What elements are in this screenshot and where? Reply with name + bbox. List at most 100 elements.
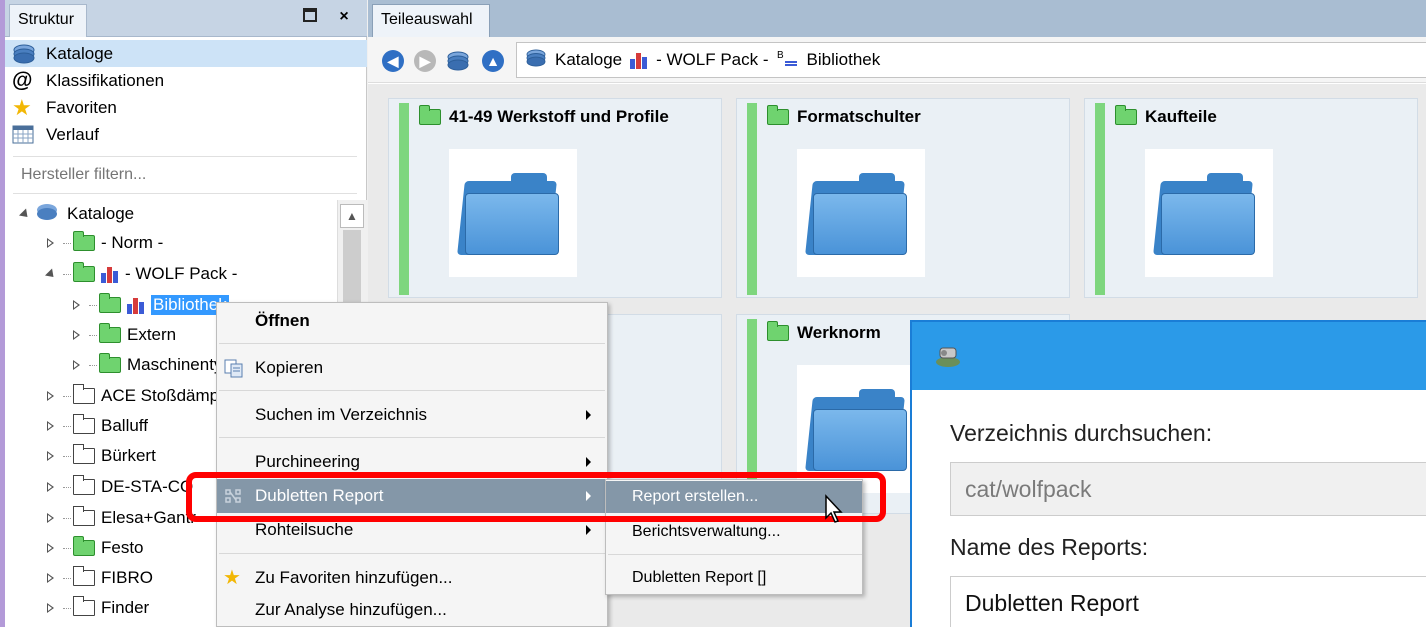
menu-item-zur-analyse[interactable]: Zur Analyse hinzufügen...: [217, 593, 607, 627]
tree-item-festo[interactable]: Festo: [45, 534, 144, 562]
tree-item-buerkert[interactable]: Bürkert: [45, 442, 156, 470]
card-title: Werknorm: [767, 321, 881, 343]
green-folder-icon: [99, 323, 121, 343]
expand-icon[interactable]: [45, 543, 55, 553]
scroll-up-icon[interactable]: ▲: [340, 204, 364, 228]
menu-item-oeffnen[interactable]: Öffnen: [217, 304, 607, 338]
search-directory-label: Verzeichnis durchsuchen:: [950, 420, 1213, 446]
tree-item-label: Extern: [127, 325, 177, 344]
expand-icon[interactable]: [45, 603, 55, 613]
tree-item-bibliothek[interactable]: Bibliothek: [71, 291, 229, 319]
folder-card[interactable]: Kaufteile: [1084, 98, 1418, 298]
submenu-item-dubletten-report[interactable]: Dubletten Report []: [606, 562, 862, 594]
back-icon[interactable]: ◀: [382, 50, 404, 72]
tree-item-label: Balluff: [101, 416, 148, 435]
search-directory-field[interactable]: [950, 462, 1426, 516]
mouse-cursor-icon: [824, 494, 844, 524]
folder-thumbnail: [1145, 149, 1273, 277]
tree-item-label: - Norm -: [101, 233, 164, 252]
white-folder-icon: [73, 506, 95, 526]
folder-card[interactable]: 41-49 Werkstoff und Profile: [388, 98, 722, 298]
submenu-arrow-icon: [586, 525, 591, 535]
white-folder-icon: [73, 475, 95, 495]
menu-item-suchen-im-verzeichnis[interactable]: Suchen im Verzeichnis: [217, 398, 607, 432]
folder-icon: [805, 173, 913, 255]
expand-icon[interactable]: [71, 300, 81, 310]
tree-item-label: Festo: [101, 538, 144, 557]
tab-teileauswahl[interactable]: Teileauswahl: [372, 4, 490, 37]
navigation-bar: ◀ ▶ ▲ Kataloge - WOLF Pack - B Bibliothe…: [368, 37, 1426, 83]
catalog-home-icon[interactable]: [446, 50, 470, 72]
menu-item-zu-favoriten[interactable]: ★ Zu Favoriten hinzufügen...: [217, 561, 607, 595]
tree-item-destaco[interactable]: DE-STA-CO: [45, 473, 193, 501]
tree-item-wolf-pack[interactable]: - WOLF Pack -: [45, 260, 237, 288]
tree-item-label: Elesa+Gantr: [101, 508, 196, 527]
app-logo-icon: [932, 342, 964, 370]
calendar-icon: [12, 124, 36, 146]
report-name-field[interactable]: [950, 576, 1426, 627]
forward-icon[interactable]: ▶: [414, 50, 436, 72]
nav-item-klassifikationen[interactable]: @ Klassifikationen: [5, 67, 367, 94]
tree-item-balluff[interactable]: Balluff: [45, 412, 148, 440]
tree-item-kataloge[interactable]: Kataloge: [19, 200, 134, 228]
svg-text:B: B: [777, 50, 784, 61]
breadcrumb[interactable]: Kataloge - WOLF Pack - B Bibliothek: [516, 42, 1426, 78]
white-folder-icon: [73, 596, 95, 616]
card-accent-bar: [747, 103, 757, 295]
nav-item-favoriten[interactable]: ★ Favoriten: [5, 94, 367, 121]
manufacturer-filter-input[interactable]: [13, 156, 357, 194]
expand-icon[interactable]: [45, 573, 55, 583]
menu-item-kopieren[interactable]: Kopieren: [217, 351, 607, 385]
tree-item-ace[interactable]: ACE Stoßdämp: [45, 382, 219, 410]
nav-item-kataloge[interactable]: Kataloge: [5, 40, 367, 67]
collapse-icon[interactable]: [45, 269, 55, 279]
tree-item-label: ACE Stoßdämp: [101, 386, 220, 405]
nav-item-label: Klassifikationen: [46, 70, 165, 90]
tree-item-label: Maschinenty: [127, 355, 223, 374]
green-folder-icon: [767, 105, 789, 125]
close-icon[interactable]: ×: [335, 8, 353, 26]
folder-card[interactable]: Formatschulter: [736, 98, 1070, 298]
tree-item-maschinentypen[interactable]: Maschinenty: [71, 351, 222, 379]
nav-item-verlauf[interactable]: Verlauf: [5, 121, 367, 148]
catalog-icon: [525, 48, 547, 72]
folder-icon: [1153, 173, 1261, 255]
folder-icon: [805, 389, 913, 471]
parts-panel-header: Teileauswahl: [368, 0, 1426, 37]
expand-icon[interactable]: [45, 238, 55, 248]
wolf-logo-icon: [630, 51, 648, 69]
submenu-arrow-icon: [586, 457, 591, 467]
up-icon[interactable]: ▲: [482, 50, 504, 72]
nav-item-label: Favoriten: [46, 97, 117, 117]
dialog-titlebar[interactable]: [912, 322, 1426, 390]
maximize-icon[interactable]: [301, 8, 319, 26]
tree-item-label: Kataloge: [67, 204, 135, 223]
expand-icon[interactable]: [71, 330, 81, 340]
breadcrumb-item[interactable]: Kataloge: [555, 50, 622, 70]
breadcrumb-item[interactable]: - WOLF Pack -: [656, 50, 768, 70]
expand-icon[interactable]: [19, 209, 29, 219]
card-accent-bar: [399, 103, 409, 295]
tab-struktur[interactable]: Struktur: [9, 4, 87, 37]
at-icon: @: [12, 68, 33, 92]
expand-icon[interactable]: [71, 360, 81, 370]
tree-item-fibro[interactable]: FIBRO: [45, 564, 153, 592]
green-folder-icon: [99, 353, 121, 373]
structure-nav-list: Kataloge @ Klassifikationen ★ Favoriten …: [5, 40, 367, 148]
tree-item-norm[interactable]: - Norm -: [45, 229, 163, 257]
tree-item-label: Finder: [101, 598, 150, 617]
breadcrumb-item[interactable]: Bibliothek: [807, 50, 881, 70]
green-folder-icon: [99, 293, 121, 313]
card-accent-bar: [1095, 103, 1105, 295]
white-folder-icon: [73, 566, 95, 586]
expand-icon[interactable]: [45, 421, 55, 431]
report-name-label: Name des Reports:: [950, 534, 1149, 560]
expand-icon[interactable]: [45, 513, 55, 523]
tree-item-finder[interactable]: Finder: [45, 594, 149, 622]
tree-item-elesa[interactable]: Elesa+Gantr: [45, 504, 196, 532]
expand-icon[interactable]: [45, 391, 55, 401]
green-folder-icon: [419, 105, 441, 125]
expand-icon[interactable]: [45, 482, 55, 492]
expand-icon[interactable]: [45, 451, 55, 461]
tree-item-extern[interactable]: Extern: [71, 321, 176, 349]
